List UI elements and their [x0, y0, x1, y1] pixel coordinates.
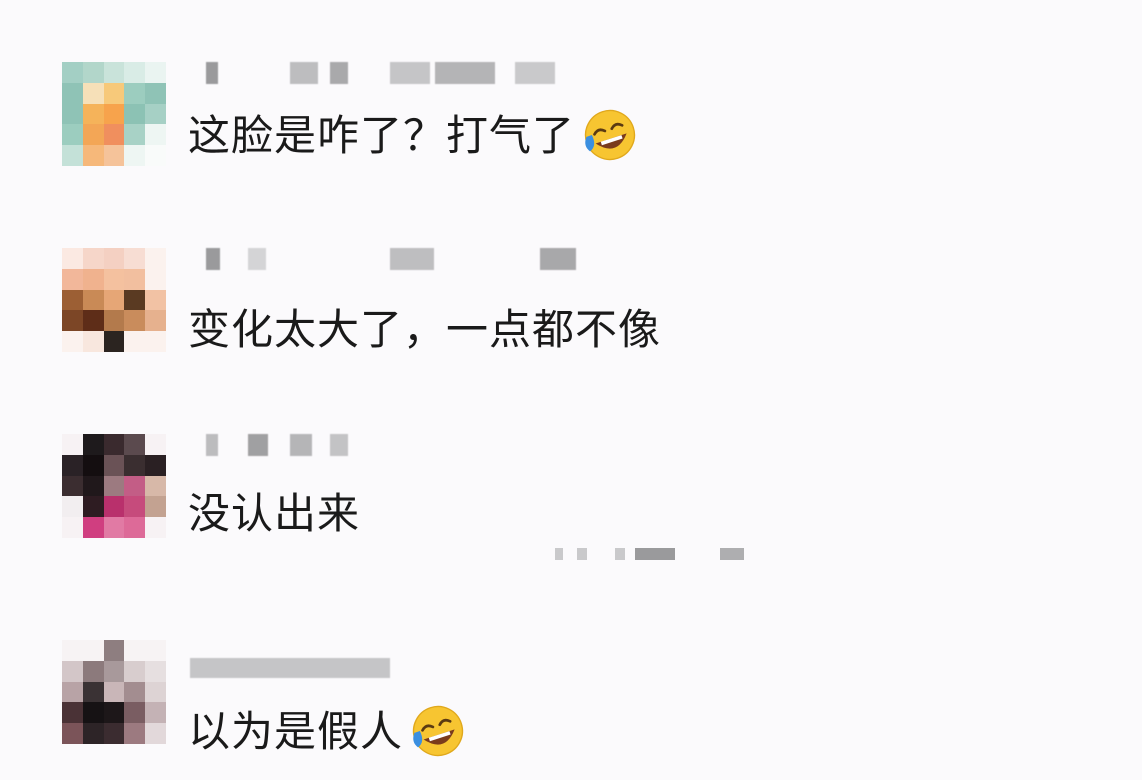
rolling-on-floor-laughing-icon	[412, 705, 464, 756]
comment-text: 变化太大了，一点都不像	[188, 302, 661, 358]
comment-text-content: 没认出来	[188, 489, 361, 538]
comment-text: 这脸是咋了？打气了	[188, 108, 639, 168]
username-blurred[interactable]	[190, 62, 610, 92]
avatar[interactable]	[62, 62, 166, 166]
blurred-artifact	[555, 548, 755, 562]
rolling-on-floor-laughing-icon	[584, 109, 636, 160]
comment-text-content: 变化太大了，一点都不像	[188, 305, 662, 354]
comment-text-content: 这脸是咋了？打气了	[188, 111, 576, 160]
comment-text: 以为是假人	[188, 704, 467, 764]
comment-text-content: 以为是假人	[188, 707, 404, 756]
avatar[interactable]	[62, 434, 166, 538]
avatar[interactable]	[62, 640, 166, 744]
username-blurred[interactable]	[190, 434, 610, 464]
username-blurred[interactable]	[190, 248, 610, 278]
avatar[interactable]	[62, 248, 166, 352]
comment-text: 没认出来	[188, 486, 360, 542]
username-blurred[interactable]	[190, 658, 410, 688]
